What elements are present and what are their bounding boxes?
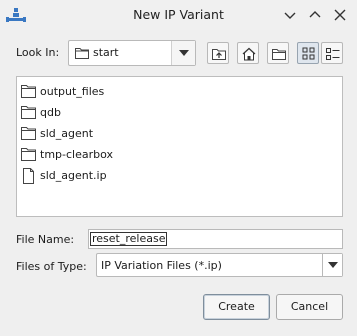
title-bar: New IP Variant: [0, 0, 357, 30]
folder-icon: [21, 84, 36, 101]
folder-icon: [21, 147, 36, 164]
file-list[interactable]: output_files qdb sld_agent tmp-clearbox …: [16, 76, 343, 217]
list-view-button[interactable]: [297, 42, 319, 64]
up-folder-button[interactable]: [207, 42, 229, 64]
close-icon[interactable]: [330, 5, 350, 25]
file-name: sld_agent: [40, 127, 94, 140]
create-button[interactable]: Create: [203, 294, 270, 320]
folder-icon: [21, 105, 36, 122]
file-name-value: reset_release: [90, 232, 168, 246]
file-name-input[interactable]: reset_release: [88, 229, 343, 249]
folder-icon: [21, 126, 36, 143]
file-name: sld_agent.ip: [40, 169, 107, 182]
files-of-type-combo[interactable]: IP Variation Files (*.ip): [96, 253, 343, 277]
look-in-value: start: [93, 46, 119, 59]
window-title: New IP Variant: [133, 7, 224, 22]
file-name: output_files: [40, 85, 105, 98]
files-of-type-label: Files of Type:: [16, 260, 87, 273]
file-name: tmp-clearbox: [40, 148, 113, 161]
file-icon: [21, 168, 36, 187]
chevron-down-icon[interactable]: [322, 254, 342, 276]
new-ip-variant-dialog: New IP Variant Look In: start output_fil…: [0, 0, 357, 336]
new-folder-button[interactable]: [267, 42, 289, 64]
file-name: qdb: [40, 106, 61, 119]
details-view-button[interactable]: [321, 42, 343, 64]
file-name-label: File Name:: [16, 233, 75, 246]
chevron-down-icon[interactable]: [171, 41, 195, 65]
files-of-type-value: IP Variation Files (*.ip): [101, 259, 222, 272]
cancel-button[interactable]: Cancel: [276, 294, 343, 320]
folder-icon: [75, 47, 89, 62]
home-button[interactable]: [237, 42, 259, 64]
look-in-combo[interactable]: start: [68, 40, 196, 66]
look-in-label: Look In:: [16, 46, 60, 59]
minimize-icon[interactable]: [280, 5, 300, 25]
maximize-icon[interactable]: [305, 5, 325, 25]
